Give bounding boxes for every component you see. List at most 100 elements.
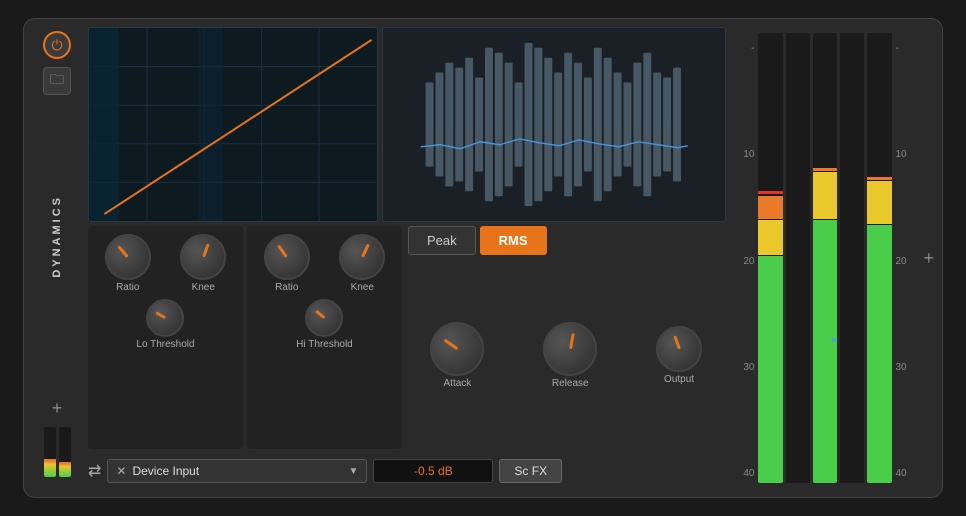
- release-knob[interactable]: [543, 322, 597, 376]
- meter-blue-dot: [832, 338, 836, 342]
- meter-label-10-left: 10: [734, 149, 754, 160]
- waveform-display: [382, 27, 726, 222]
- lo-knee-knob[interactable]: [180, 234, 226, 280]
- main-content: Ratio Knee Lo Threshold: [88, 27, 726, 489]
- output-knob[interactable]: [656, 326, 702, 372]
- meter-labels-right: - 10 20 30 40: [895, 29, 915, 487]
- db-display: -0.5 dB: [373, 459, 493, 483]
- release-group: Release: [543, 322, 597, 389]
- meter-bar-3: [813, 33, 837, 483]
- meter-1-fill: [758, 33, 782, 483]
- hi-section: Ratio Knee Hi Threshold: [247, 226, 402, 449]
- db-value: -0.5 dB: [414, 464, 453, 478]
- meter5-orange: [867, 177, 891, 180]
- lo-knee-group: Knee: [180, 234, 226, 293]
- lo-section: Ratio Knee Lo Threshold: [88, 226, 243, 449]
- mini-meter-2: [59, 427, 71, 477]
- device-dropdown-icon[interactable]: ▼: [349, 466, 359, 477]
- hi-knee-group: Knee: [339, 234, 385, 293]
- meter-label-20-left: 20: [734, 256, 754, 267]
- attack-knob[interactable]: [430, 322, 484, 376]
- meter-yellow-seg: [758, 220, 782, 255]
- top-row: [88, 27, 726, 222]
- lo-top-knobs: Ratio Knee: [94, 234, 237, 293]
- mini-fill-1: [44, 459, 56, 477]
- peak-rms-row: Peak RMS: [406, 226, 726, 255]
- power-icon: ⏻: [51, 37, 62, 54]
- hi-threshold-group: Hi Threshold: [296, 299, 353, 350]
- controls-row: Ratio Knee Lo Threshold: [88, 226, 726, 449]
- right-controls: Peak RMS Attack Release Output: [406, 226, 726, 449]
- power-button[interactable]: ⏻: [43, 31, 71, 59]
- folder-button[interactable]: 🗀: [43, 67, 71, 95]
- hi-ratio-knob[interactable]: [264, 234, 310, 280]
- meter-bar-4: [840, 33, 864, 483]
- bottom-bar: ⇄ ✕ Device Input ▼ -0.5 dB Sc FX: [88, 453, 726, 489]
- mini-meters-left: [44, 427, 71, 477]
- rms-button[interactable]: RMS: [480, 226, 547, 255]
- routing-icon[interactable]: ⇄: [88, 461, 101, 481]
- meter-red-seg: [758, 191, 782, 194]
- hi-threshold-knob[interactable]: [305, 299, 343, 337]
- meter3-orange: [813, 168, 837, 171]
- meter3-green: [813, 220, 837, 483]
- meter-label-top-right: -: [895, 43, 915, 54]
- hi-top-knobs: Ratio Knee: [253, 234, 396, 293]
- device-close-icon[interactable]: ✕: [116, 464, 126, 478]
- sc-fx-button[interactable]: Sc FX: [499, 459, 562, 483]
- meter-bar-2: [786, 33, 810, 483]
- hi-knee-knob[interactable]: [339, 234, 385, 280]
- graph-svg: [89, 28, 377, 221]
- meter5-yellow: [867, 181, 891, 224]
- hi-threshold-section: Hi Threshold: [253, 299, 396, 350]
- meter-orange-seg: [758, 196, 782, 219]
- meter-green-seg: [758, 256, 782, 483]
- meter-labels-left: - 10 20 30 40: [734, 29, 754, 487]
- meter-bar-5: [867, 33, 891, 483]
- peak-button[interactable]: Peak: [408, 226, 476, 255]
- meter-label-30-left: 30: [734, 362, 754, 373]
- attack-group: Attack: [430, 322, 484, 389]
- lo-ratio-knob[interactable]: [105, 234, 151, 280]
- meter-2-fill: [786, 393, 810, 483]
- lo-knee-label: Knee: [192, 282, 215, 293]
- meter5-green: [867, 225, 891, 483]
- meter-label-30-right: 30: [895, 362, 915, 373]
- hi-threshold-label: Hi Threshold: [296, 339, 353, 350]
- dynamics-graph[interactable]: [88, 27, 378, 222]
- mini-meter-1: [44, 427, 56, 477]
- meter-bar-1: [758, 33, 782, 483]
- hi-ratio-group: Ratio: [264, 234, 310, 293]
- plugin-container: ⏻ 🗀 DYNAMICS +: [23, 18, 943, 498]
- meter-label-40-left: 40: [734, 468, 754, 479]
- device-name: Device Input: [132, 464, 342, 478]
- waveform-svg: [383, 28, 725, 221]
- device-select[interactable]: ✕ Device Input ▼: [107, 459, 367, 483]
- left-sidebar: ⏻ 🗀 DYNAMICS +: [32, 27, 82, 489]
- lo-threshold-label: Lo Threshold: [136, 339, 194, 350]
- meter-label-top-left: -: [734, 43, 754, 54]
- release-label: Release: [552, 378, 589, 389]
- lo-ratio-group: Ratio: [105, 234, 151, 293]
- meter-label-40-right: 40: [895, 468, 915, 479]
- meter-label-20-right: 20: [895, 256, 915, 267]
- add-right-button[interactable]: +: [923, 248, 934, 269]
- hi-ratio-label: Ratio: [275, 282, 298, 293]
- hi-knee-label: Knee: [351, 282, 374, 293]
- lo-ratio-label: Ratio: [116, 282, 139, 293]
- folder-icon: 🗀: [50, 69, 64, 93]
- plugin-title: DYNAMICS: [51, 195, 63, 278]
- lo-threshold-section: Lo Threshold: [94, 299, 237, 350]
- attack-label: Attack: [444, 378, 472, 389]
- meter-bars-group: [758, 29, 891, 487]
- lo-threshold-group: Lo Threshold: [136, 299, 194, 350]
- add-left-button[interactable]: +: [52, 398, 63, 419]
- lo-threshold-knob[interactable]: [146, 299, 184, 337]
- attack-release-row: Attack Release Output: [406, 261, 726, 449]
- output-label: Output: [664, 374, 694, 385]
- mini-fill-2: [59, 462, 71, 477]
- meter-label-10-right: 10: [895, 149, 915, 160]
- meters-panel: - 10 20 30 40: [732, 27, 917, 489]
- meter3-yellow: [813, 172, 837, 219]
- output-group: Output: [656, 326, 702, 385]
